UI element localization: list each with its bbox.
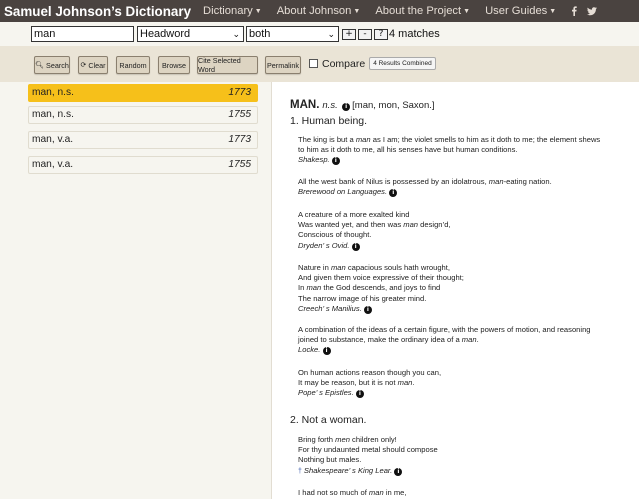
results-pane: man, n.s. 1773 man, n.s. 1755 man, v.a. 177… xyxy=(0,82,272,499)
chevron-down-icon: ⌄ xyxy=(327,29,335,39)
info-icon[interactable]: i xyxy=(322,347,331,356)
zoom-in-button[interactable]: + xyxy=(342,29,356,40)
quotation: Nature in man capacious souls hath wroug… xyxy=(298,263,638,314)
info-icon[interactable]: i xyxy=(389,189,398,198)
search-input[interactable] xyxy=(31,26,134,42)
search-row: Headword⌄ both⌄ + - ? 4 matches xyxy=(0,22,639,46)
result-item[interactable]: man, n.s. 1755 xyxy=(28,106,258,124)
random-button[interactable]: Random xyxy=(116,56,150,74)
result-item[interactable]: man, v.a. 1755 xyxy=(28,156,258,174)
result-item[interactable]: man, v.a. 1773 xyxy=(28,131,258,149)
match-count: 4 matches xyxy=(389,28,440,40)
quotation: Bring forth men children only! For thy u… xyxy=(298,435,638,477)
help-button[interactable]: ? xyxy=(374,29,388,40)
site-title[interactable]: Samuel Johnson’s Dictionary xyxy=(4,4,191,19)
nav-user-guides[interactable]: User Guides ▼ xyxy=(485,5,556,17)
top-navbar: Samuel Johnson’s Dictionary Dictionary ▼ … xyxy=(0,0,639,22)
chevron-down-icon: ▼ xyxy=(549,8,557,15)
nav-about-johnson[interactable]: About Johnson ▼ xyxy=(277,5,361,17)
quote-source: Pope’ s Epistles. i xyxy=(298,388,638,399)
quotation: On human actions reason though you can, … xyxy=(298,368,638,399)
compare-label: Compare xyxy=(322,57,366,70)
chevron-down-icon: ▼ xyxy=(463,8,471,15)
entry-pos: n.s. xyxy=(322,100,338,111)
quote-source: Locke. i xyxy=(298,345,638,356)
cite-button[interactable]: Cite Selected Word xyxy=(197,56,258,74)
entry-etymology: [man, mon, Saxon.] xyxy=(352,100,435,111)
entry-pane: MAN. n.s. i [man, mon, Saxon.] 1. Human be… xyxy=(273,82,639,499)
result-item[interactable]: man, n.s. 1773 xyxy=(28,84,258,102)
entry-headword: MAN. xyxy=(290,99,320,111)
compare-toggle[interactable]: Compare 4 Results Combined xyxy=(309,57,436,70)
sense-label: 1. Human being. xyxy=(290,115,368,127)
edition-select[interactable]: both ⌄ xyxy=(246,26,339,42)
quotation: A combination of the ideas of a certain … xyxy=(298,325,638,356)
dagger-icon: † xyxy=(298,467,302,475)
quotation: All the west bank of Nilus is possessed … xyxy=(298,177,638,198)
quotation: I had not so much of man in me, xyxy=(298,488,407,497)
quote-source: Brerewood on Languages. i xyxy=(298,187,638,198)
chevron-down-icon: ▼ xyxy=(254,8,262,15)
nav-about-project[interactable]: About the Project ▼ xyxy=(375,5,470,17)
quote-source: Shakesp. i xyxy=(298,155,638,166)
twitter-icon[interactable] xyxy=(587,6,598,16)
search-button[interactable]: 🔍︎ Search xyxy=(34,56,70,74)
field-select[interactable]: Headword ⌄ xyxy=(137,26,244,42)
info-icon[interactable]: i xyxy=(331,157,340,166)
quotation: A creature of a more exalted kind Was wa… xyxy=(298,210,638,251)
facebook-icon[interactable] xyxy=(571,6,577,16)
permalink-button[interactable]: Permalink xyxy=(265,56,301,74)
info-icon[interactable]: i xyxy=(363,305,372,314)
quote-source: † Shakespeare’ s King Lear. i xyxy=(298,466,638,477)
info-icon[interactable]: i xyxy=(355,390,364,399)
results-badge: 4 Results Combined xyxy=(369,57,436,70)
quote-source: Dryden’ s Ovid. i xyxy=(298,241,638,251)
info-icon[interactable]: i xyxy=(394,467,403,476)
sense-label: 2. Not a woman. xyxy=(290,414,367,426)
search-icon: 🔍︎ xyxy=(35,62,45,69)
clear-button[interactable]: ⟳ Clear xyxy=(78,56,108,74)
compare-checkbox[interactable] xyxy=(309,59,318,68)
info-icon[interactable]: i xyxy=(351,242,360,251)
quotation: The king is but a man as I am; the viole… xyxy=(298,135,638,166)
refresh-icon: ⟳ xyxy=(80,62,87,69)
chevron-down-icon: ▼ xyxy=(353,8,361,15)
nav-menu: Dictionary ▼ About Johnson ▼ About the Pro… xyxy=(203,5,607,17)
nav-dictionary[interactable]: Dictionary ▼ xyxy=(203,5,262,17)
entry-heading: MAN. n.s. i [man, mon, Saxon.] xyxy=(290,95,435,113)
info-icon[interactable]: i xyxy=(342,103,351,111)
quote-source: Creech’ s Manilius. i xyxy=(298,304,638,314)
chevron-down-icon: ⌄ xyxy=(232,29,240,39)
zoom-out-button[interactable]: - xyxy=(358,29,372,40)
browse-button[interactable]: Browse xyxy=(158,56,190,74)
